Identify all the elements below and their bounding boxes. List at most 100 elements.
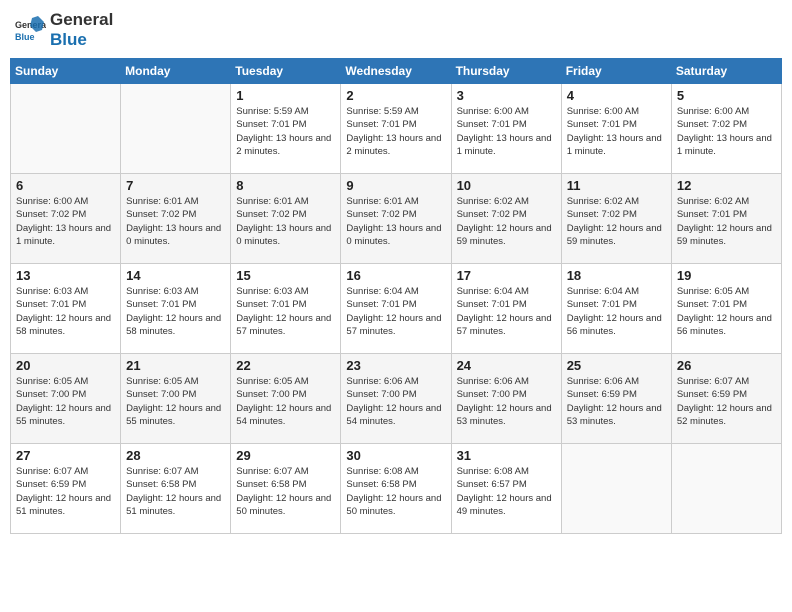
calendar-cell: 29Sunrise: 6:07 AM Sunset: 6:58 PM Dayli… xyxy=(231,444,341,534)
calendar-day-header: Tuesday xyxy=(231,59,341,84)
day-number: 11 xyxy=(567,178,666,193)
calendar-day-header: Saturday xyxy=(671,59,781,84)
calendar-week-row: 6 Sunrise: 6:00 AM Sunset: 7:02 PM Daylig… xyxy=(11,174,782,264)
calendar-cell: 22Sunrise: 6:05 AM Sunset: 7:00 PM Dayli… xyxy=(231,354,341,444)
day-info: Sunrise: 6:01 AM Sunset: 7:02 PM Dayligh… xyxy=(126,195,225,248)
day-number: 21 xyxy=(126,358,225,373)
day-info: Sunrise: 6:03 AM Sunset: 7:01 PM Dayligh… xyxy=(16,285,115,338)
calendar-cell: 24Sunrise: 6:06 AM Sunset: 7:00 PM Dayli… xyxy=(451,354,561,444)
day-info: Sunrise: 5:59 AM Sunset: 7:01 PM Dayligh… xyxy=(236,105,335,158)
calendar-cell: 30 Sunrise: 6:08 AM Sunset: 6:58 PM Dayli… xyxy=(341,444,451,534)
day-number: 23 xyxy=(346,358,445,373)
day-number: 12 xyxy=(677,178,776,193)
calendar-day-header: Thursday xyxy=(451,59,561,84)
day-number: 7 xyxy=(126,178,225,193)
calendar-cell: 3 Sunrise: 6:00 AM Sunset: 7:01 PM Daylig… xyxy=(451,84,561,174)
calendar-day-header: Sunday xyxy=(11,59,121,84)
calendar-cell: 21 Sunrise: 6:05 AM Sunset: 7:00 PM Dayli… xyxy=(121,354,231,444)
day-info: Sunrise: 6:00 AM Sunset: 7:01 PM Dayligh… xyxy=(457,105,556,158)
day-number: 19 xyxy=(677,268,776,283)
calendar-cell: 5 Sunrise: 6:00 AM Sunset: 7:02 PM Daylig… xyxy=(671,84,781,174)
day-number: 25 xyxy=(567,358,666,373)
day-info: Sunrise: 6:02 AM Sunset: 7:01 PM Dayligh… xyxy=(677,195,776,248)
day-info: Sunrise: 6:03 AM Sunset: 7:01 PM Dayligh… xyxy=(236,285,335,338)
calendar-cell: 12 Sunrise: 6:02 AM Sunset: 7:01 PM Dayli… xyxy=(671,174,781,264)
day-number: 2 xyxy=(346,88,445,103)
calendar-cell: 8Sunrise: 6:01 AM Sunset: 7:02 PM Daylig… xyxy=(231,174,341,264)
calendar-cell: 19 Sunrise: 6:05 AM Sunset: 7:01 PM Dayli… xyxy=(671,264,781,354)
day-number: 10 xyxy=(457,178,556,193)
day-info: Sunrise: 6:01 AM Sunset: 7:02 PM Dayligh… xyxy=(346,195,445,248)
day-info: Sunrise: 6:00 AM Sunset: 7:02 PM Dayligh… xyxy=(677,105,776,158)
day-info: Sunrise: 6:01 AM Sunset: 7:02 PM Dayligh… xyxy=(236,195,335,248)
day-info: Sunrise: 6:05 AM Sunset: 7:01 PM Dayligh… xyxy=(677,285,776,338)
day-info: Sunrise: 6:07 AM Sunset: 6:58 PM Dayligh… xyxy=(236,465,335,518)
day-info: Sunrise: 6:05 AM Sunset: 7:00 PM Dayligh… xyxy=(16,375,115,428)
day-number: 27 xyxy=(16,448,115,463)
calendar-day-header: Wednesday xyxy=(341,59,451,84)
day-number: 6 xyxy=(16,178,115,193)
calendar-cell: 6 Sunrise: 6:00 AM Sunset: 7:02 PM Daylig… xyxy=(11,174,121,264)
day-number: 24 xyxy=(457,358,556,373)
calendar-week-row: 27 Sunrise: 6:07 AM Sunset: 6:59 PM Dayli… xyxy=(11,444,782,534)
calendar-cell: 9 Sunrise: 6:01 AM Sunset: 7:02 PM Daylig… xyxy=(341,174,451,264)
calendar-cell: 31 Sunrise: 6:08 AM Sunset: 6:57 PM Dayli… xyxy=(451,444,561,534)
calendar-week-row: 20 Sunrise: 6:05 AM Sunset: 7:00 PM Dayli… xyxy=(11,354,782,444)
day-info: Sunrise: 6:07 AM Sunset: 6:59 PM Dayligh… xyxy=(677,375,776,428)
day-number: 30 xyxy=(346,448,445,463)
calendar-cell xyxy=(671,444,781,534)
day-info: Sunrise: 6:08 AM Sunset: 6:58 PM Dayligh… xyxy=(346,465,445,518)
day-number: 17 xyxy=(457,268,556,283)
day-number: 18 xyxy=(567,268,666,283)
day-info: Sunrise: 6:00 AM Sunset: 7:02 PM Dayligh… xyxy=(16,195,115,248)
calendar-cell: 10 Sunrise: 6:02 AM Sunset: 7:02 PM Dayli… xyxy=(451,174,561,264)
day-number: 4 xyxy=(567,88,666,103)
logo-label: General Blue xyxy=(50,10,113,50)
calendar-day-header: Friday xyxy=(561,59,671,84)
day-number: 13 xyxy=(16,268,115,283)
day-info: Sunrise: 6:02 AM Sunset: 7:02 PM Dayligh… xyxy=(457,195,556,248)
day-info: Sunrise: 6:05 AM Sunset: 7:00 PM Dayligh… xyxy=(126,375,225,428)
calendar-cell: 4 Sunrise: 6:00 AM Sunset: 7:01 PM Daylig… xyxy=(561,84,671,174)
calendar-cell: 27 Sunrise: 6:07 AM Sunset: 6:59 PM Dayli… xyxy=(11,444,121,534)
calendar-cell: 7 Sunrise: 6:01 AM Sunset: 7:02 PM Daylig… xyxy=(121,174,231,264)
calendar-cell: 18Sunrise: 6:04 AM Sunset: 7:01 PM Dayli… xyxy=(561,264,671,354)
calendar-cell xyxy=(121,84,231,174)
day-number: 5 xyxy=(677,88,776,103)
calendar-cell: 2 Sunrise: 5:59 AM Sunset: 7:01 PM Daylig… xyxy=(341,84,451,174)
day-info: Sunrise: 6:07 AM Sunset: 6:59 PM Dayligh… xyxy=(16,465,115,518)
day-number: 15 xyxy=(236,268,335,283)
day-number: 16 xyxy=(346,268,445,283)
day-number: 20 xyxy=(16,358,115,373)
calendar-cell xyxy=(561,444,671,534)
calendar-week-row: 13 Sunrise: 6:03 AM Sunset: 7:01 PM Dayli… xyxy=(11,264,782,354)
calendar-cell: 25Sunrise: 6:06 AM Sunset: 6:59 PM Dayli… xyxy=(561,354,671,444)
day-info: Sunrise: 5:59 AM Sunset: 7:01 PM Dayligh… xyxy=(346,105,445,158)
calendar-cell: 26 Sunrise: 6:07 AM Sunset: 6:59 PM Dayli… xyxy=(671,354,781,444)
day-info: Sunrise: 6:00 AM Sunset: 7:01 PM Dayligh… xyxy=(567,105,666,158)
calendar-header-row: SundayMondayTuesdayWednesdayThursdayFrid… xyxy=(11,59,782,84)
day-number: 31 xyxy=(457,448,556,463)
calendar-cell: 14 Sunrise: 6:03 AM Sunset: 7:01 PM Dayli… xyxy=(121,264,231,354)
page-header: General Blue General Blue xyxy=(10,10,782,50)
calendar-cell: 28 Sunrise: 6:07 AM Sunset: 6:58 PM Dayli… xyxy=(121,444,231,534)
day-info: Sunrise: 6:08 AM Sunset: 6:57 PM Dayligh… xyxy=(457,465,556,518)
day-info: Sunrise: 6:04 AM Sunset: 7:01 PM Dayligh… xyxy=(457,285,556,338)
day-number: 14 xyxy=(126,268,225,283)
day-info: Sunrise: 6:04 AM Sunset: 7:01 PM Dayligh… xyxy=(346,285,445,338)
day-number: 22 xyxy=(236,358,335,373)
day-number: 3 xyxy=(457,88,556,103)
day-info: Sunrise: 6:03 AM Sunset: 7:01 PM Dayligh… xyxy=(126,285,225,338)
calendar-cell: 17 Sunrise: 6:04 AM Sunset: 7:01 PM Dayli… xyxy=(451,264,561,354)
day-number: 26 xyxy=(677,358,776,373)
day-number: 9 xyxy=(346,178,445,193)
day-info: Sunrise: 6:07 AM Sunset: 6:58 PM Dayligh… xyxy=(126,465,225,518)
calendar-day-header: Monday xyxy=(121,59,231,84)
logo: General Blue General Blue xyxy=(14,10,113,50)
logo-icon: General Blue xyxy=(14,14,46,46)
day-number: 28 xyxy=(126,448,225,463)
calendar-week-row: 1Sunrise: 5:59 AM Sunset: 7:01 PM Daylig… xyxy=(11,84,782,174)
day-info: Sunrise: 6:06 AM Sunset: 7:00 PM Dayligh… xyxy=(346,375,445,428)
calendar-cell: 1Sunrise: 5:59 AM Sunset: 7:01 PM Daylig… xyxy=(231,84,341,174)
calendar-cell xyxy=(11,84,121,174)
